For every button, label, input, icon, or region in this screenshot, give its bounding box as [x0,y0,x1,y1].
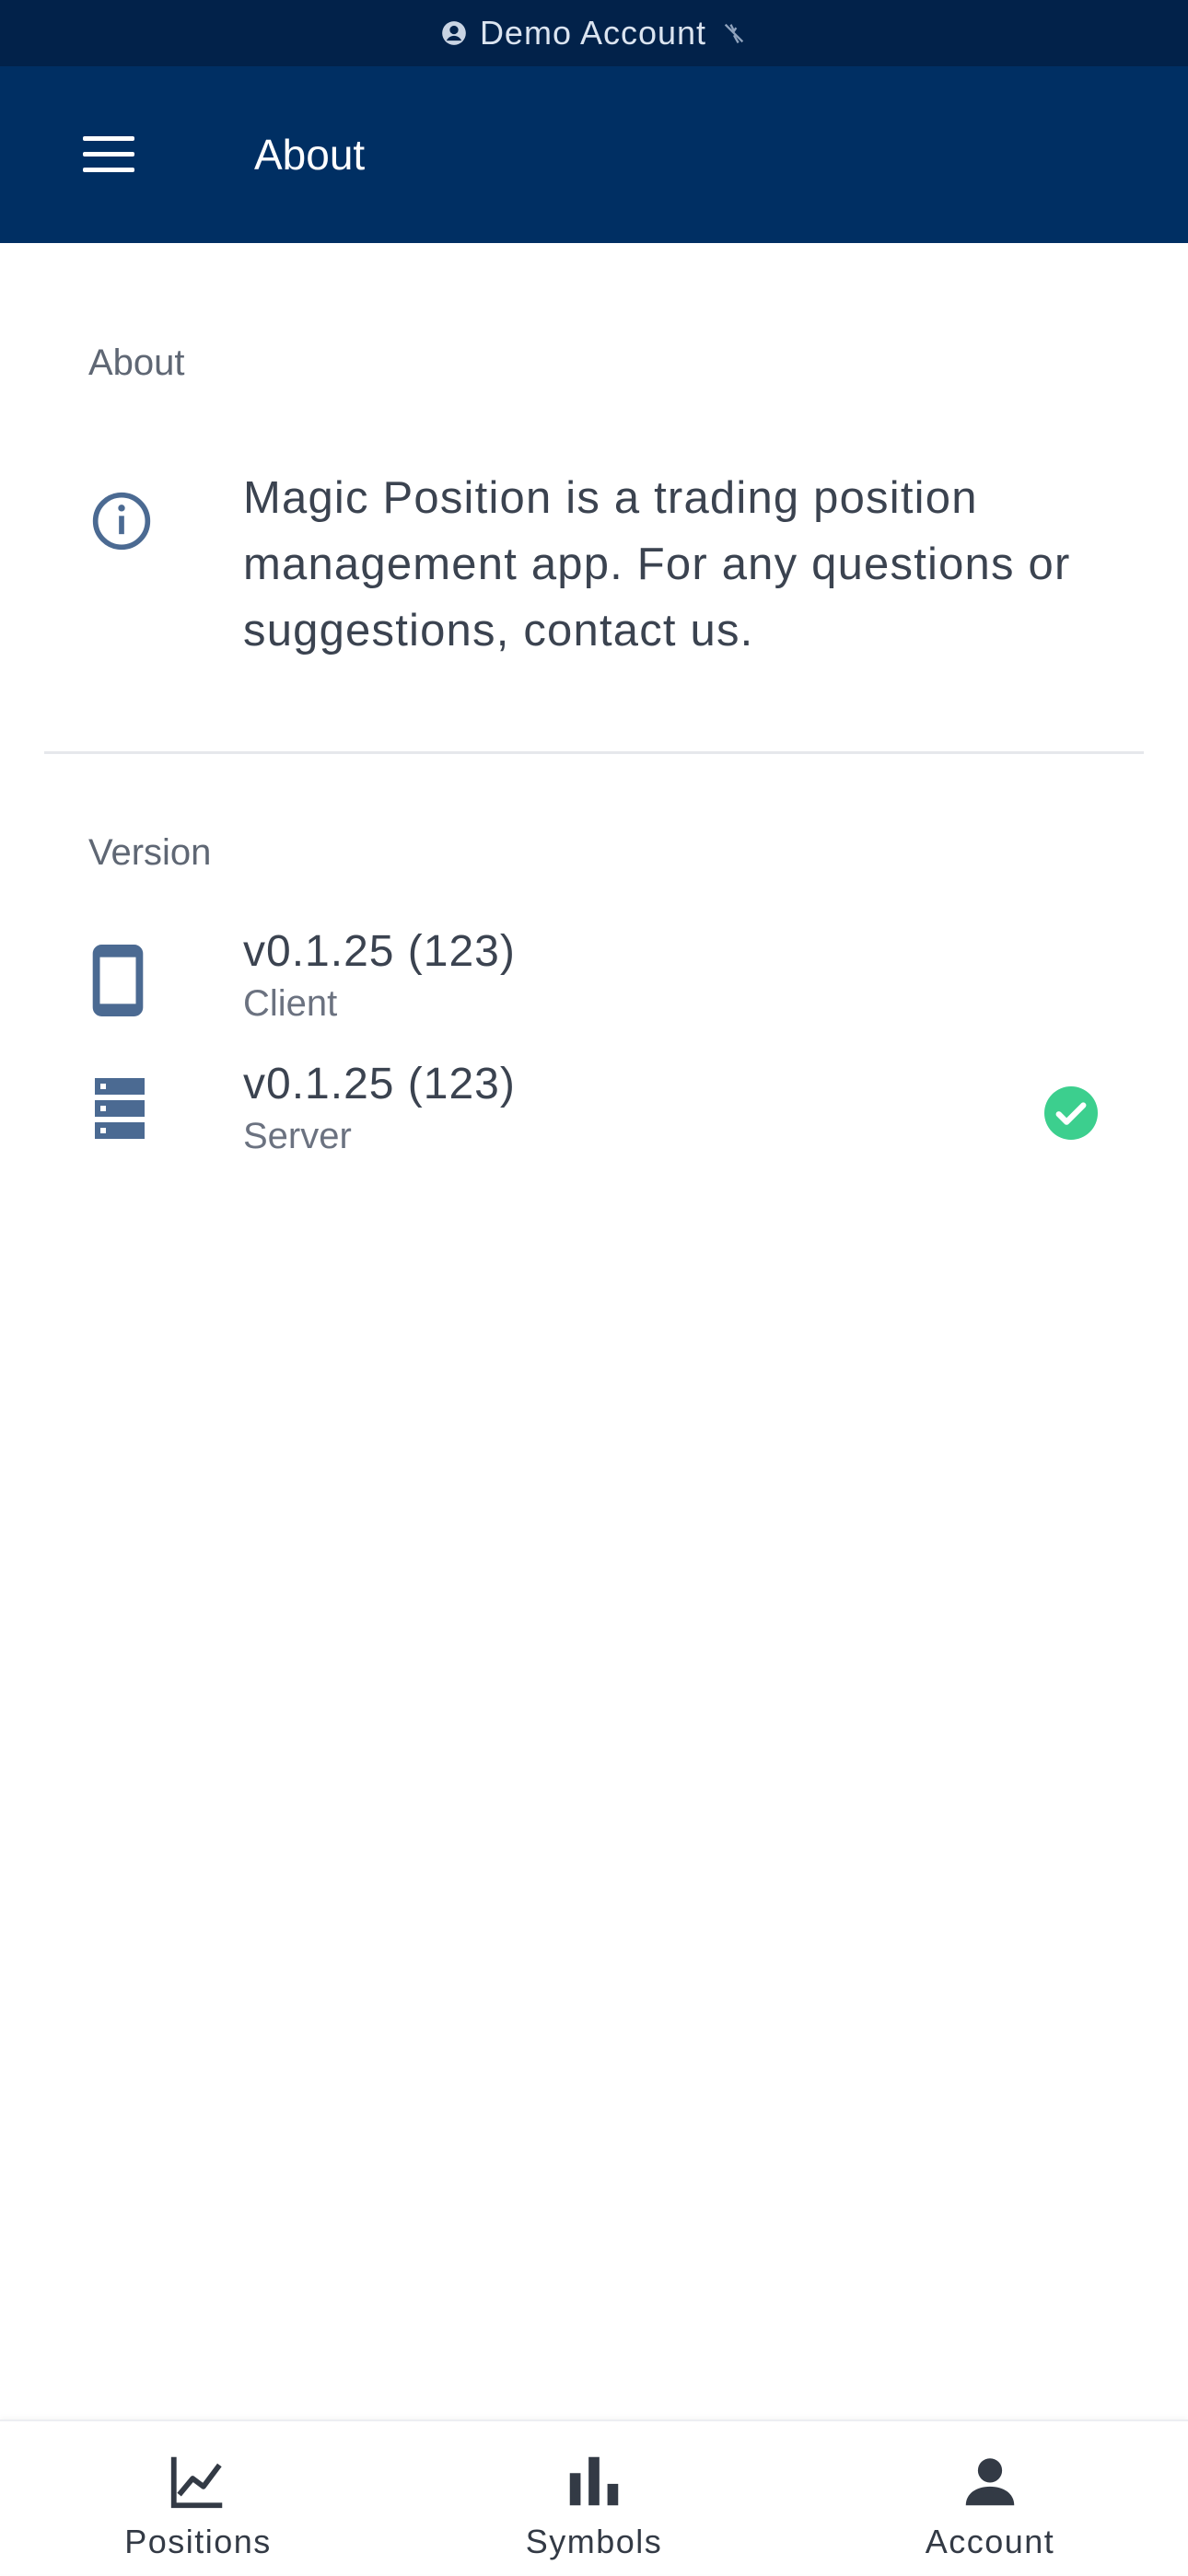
version-section-header: Version [88,832,212,873]
about-description: Magic Position is a trading position man… [243,473,1071,656]
menu-button[interactable] [79,127,138,182]
server-icon [95,1078,145,1139]
about-section-header: About [88,342,185,383]
person-icon [965,2458,1015,2506]
client-version-row: v0.1.25 (123) Client [0,926,1188,1046]
bar-chart-icon [569,2456,619,2506]
nav-positions-label: Positions [124,2523,272,2560]
nav-account[interactable]: Account [792,2421,1188,2576]
info-icon [92,492,151,551]
nav-symbols[interactable]: Symbols [396,2421,792,2576]
page-title: About [254,131,366,179]
divider [44,751,1144,754]
account-circle-icon [442,21,466,45]
account-mode-label: Demo Account [479,14,707,52]
nav-symbols-label: Symbols [525,2523,663,2560]
check-circle-icon [1044,1086,1098,1140]
nav-positions[interactable]: Positions [0,2421,396,2576]
line-chart-icon [170,2456,223,2509]
phone-icon [92,945,144,1016]
bottom-navigation: Positions Symbols Account [0,2419,1188,2574]
app-bar: About [0,66,1188,243]
nav-account-label: Account [925,2523,1055,2560]
client-version-label: Client [243,983,338,1024]
status-bar: Demo Account [0,0,1188,66]
server-version-label: Server [243,1116,352,1156]
server-version-row: v0.1.25 (123) Server [0,1059,1188,1178]
server-version-value: v0.1.25 (123) [243,1060,516,1108]
client-version-value: v0.1.25 (123) [243,927,516,976]
hamburger-menu-icon [83,136,134,172]
wifi-off-icon [724,23,744,44]
